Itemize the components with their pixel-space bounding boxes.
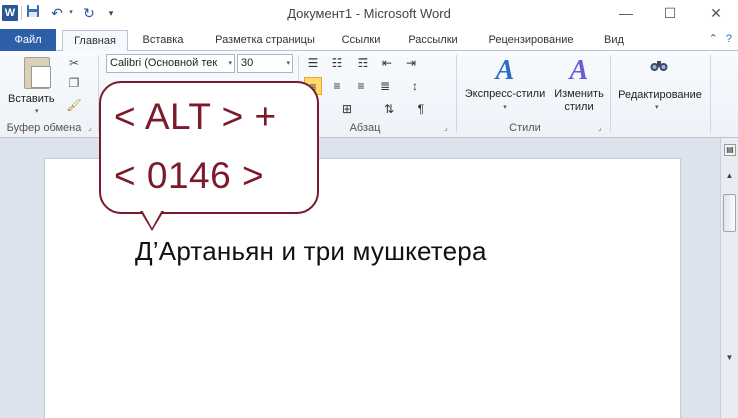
group-separator	[456, 55, 457, 133]
paragraph-group-label: Абзац	[349, 122, 381, 134]
styles-group-label: Стили	[509, 122, 541, 134]
decrease-indent-icon[interactable]: ⇤	[378, 54, 396, 72]
express-styles-label: Экспресс-стили	[464, 88, 546, 100]
maximize-button[interactable]: ☐	[648, 2, 692, 24]
express-styles-icon: A	[495, 55, 515, 86]
font-name-value: Calibri (Основной тек	[110, 57, 218, 69]
change-styles-label-2: стили	[564, 101, 594, 113]
align-center-icon[interactable]: ≡	[328, 77, 346, 95]
express-styles-button[interactable]: A Экспресс-стили ▾	[462, 54, 548, 114]
bullets-icon[interactable]: ☰	[304, 54, 322, 72]
tab-file[interactable]: Файл	[0, 29, 56, 51]
scroll-up-icon[interactable]: ▲	[721, 168, 738, 184]
copy-icon[interactable]: ❐	[66, 75, 82, 91]
cut-icon[interactable]: ✂	[66, 55, 82, 71]
sort-icon[interactable]: ⇅	[380, 100, 398, 118]
tab-insert[interactable]: Вставка	[134, 30, 192, 51]
ruler-toggle-icon[interactable]: ▤	[724, 144, 736, 156]
font-size-value: 30	[241, 57, 254, 69]
line-spacing-icon[interactable]: ↕	[406, 77, 424, 95]
title-bar: W ↶ ▾ ↻ ▾ Документ1 - Microsoft Word — ☐…	[0, 0, 738, 27]
tab-page-layout[interactable]: Разметка страницы	[204, 30, 326, 51]
chevron-down-icon: ▾	[228, 60, 232, 67]
numbering-icon[interactable]: ☷	[328, 54, 346, 72]
tab-review[interactable]: Рецензирование	[478, 30, 584, 51]
tab-home[interactable]: Главная	[62, 30, 128, 51]
vertical-scrollbar[interactable]: ▤ ▲ ▼	[720, 138, 738, 418]
font-name-select[interactable]: Calibri (Основной тек ▾	[106, 54, 235, 73]
change-styles-icon: A	[569, 55, 589, 86]
close-button[interactable]: ✕	[694, 2, 738, 24]
clipboard-group-label: Буфер обмена	[6, 122, 82, 134]
increase-indent-icon[interactable]: ⇥	[402, 54, 420, 72]
group-separator	[610, 55, 611, 133]
binoculars-icon[interactable]	[645, 55, 673, 81]
paste-icon[interactable]	[24, 57, 51, 89]
font-size-select[interactable]: 30 ▾	[237, 54, 293, 73]
minimize-button[interactable]: —	[604, 2, 648, 24]
change-styles-button[interactable]: A Изменить стили	[550, 54, 608, 114]
document-text[interactable]: Д’Артаньян и три мушкетера	[135, 236, 487, 267]
help-icon[interactable]: ?	[726, 33, 732, 45]
tab-bar-icons: ⌃?	[701, 32, 732, 45]
chevron-down-icon: ▾	[655, 104, 659, 111]
paragraph-launcher-icon[interactable]: ⌟	[444, 123, 448, 132]
multilevel-list-icon[interactable]: ☶	[354, 54, 372, 72]
callout-tail-fill	[142, 210, 162, 228]
chevron-down-icon: ▾	[286, 60, 290, 67]
callout-line-1: < ALT > +	[114, 96, 277, 137]
pilcrow-icon[interactable]: ¶	[412, 100, 430, 118]
editing-button-label[interactable]: Редактирование	[614, 89, 706, 101]
ribbon-tab-bar: Файл Главная Вставка Разметка страницы С…	[0, 27, 738, 51]
tab-mailings[interactable]: Рассылки	[400, 30, 466, 51]
styles-launcher-icon[interactable]: ⌟	[598, 123, 602, 132]
format-painter-icon[interactable]: 🖌	[66, 97, 82, 113]
clipboard-launcher-icon[interactable]: ⌟	[88, 123, 92, 132]
scrollbar-thumb[interactable]	[723, 194, 736, 232]
minimize-ribbon-icon[interactable]: ⌃	[709, 33, 718, 45]
callout-line-2: < 0146 >	[114, 155, 265, 196]
tab-view[interactable]: Вид	[596, 30, 632, 51]
borders-icon[interactable]: ⊞	[338, 100, 356, 118]
scroll-down-icon[interactable]: ▼	[721, 350, 738, 366]
group-separator	[710, 55, 711, 133]
chevron-down-icon: ▾	[503, 104, 507, 111]
paste-dropdown-icon[interactable]: ▾	[35, 107, 39, 115]
change-styles-label-1: Изменить	[554, 88, 604, 100]
align-right-icon[interactable]: ≡	[352, 77, 370, 95]
tab-references[interactable]: Ссылки	[333, 30, 389, 51]
justify-icon[interactable]: ≣	[376, 77, 394, 95]
paste-button-label[interactable]: Вставить	[8, 93, 55, 105]
